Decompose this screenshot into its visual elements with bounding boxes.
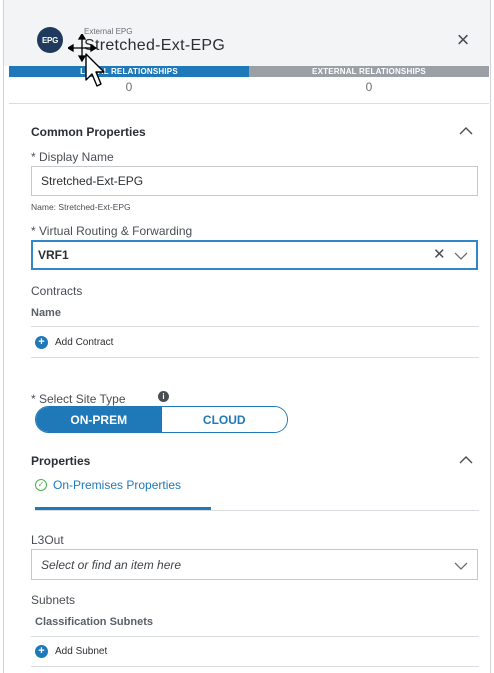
site-type-label: * Select Site Type (31, 392, 126, 406)
object-name-title: Stretched-Ext-EPG (84, 37, 226, 54)
panel-header: EPG External EPG Stretched-Ext-EPG × (4, 0, 490, 66)
display-name-label: * Display Name (31, 150, 114, 164)
vrf-label: * Virtual Routing & Forwarding (31, 224, 193, 238)
common-properties-title: Common Properties (31, 125, 146, 139)
properties-title: Properties (31, 454, 91, 468)
divider (31, 636, 479, 637)
site-type-cloud-button[interactable]: CLOUD (161, 407, 287, 432)
add-subnet-label: Add Subnet (55, 646, 108, 657)
l3out-label: L3Out (31, 533, 64, 547)
clear-icon[interactable]: ✕ (433, 245, 446, 263)
add-contract-label: Add Contract (55, 337, 114, 348)
site-type-on-prem-button[interactable]: ON-PREM (36, 407, 162, 432)
divider (31, 666, 479, 667)
subnets-label: Subnets (31, 593, 76, 607)
add-contract-button[interactable]: + Add Contract (35, 336, 113, 349)
l3out-placeholder: Select or find an item here (41, 557, 182, 572)
object-type-label: External EPG (84, 27, 133, 36)
contracts-name-column: Name (31, 307, 61, 319)
info-icon[interactable]: i (158, 391, 169, 402)
relationship-tabs: LOCAL RELATIONSHIPS EXTERNAL RELATIONSHI… (9, 66, 489, 77)
site-type-toggle: ON-PREM CLOUD (35, 406, 288, 433)
name-hint: Name: Stretched-Ext-EPG (31, 202, 131, 212)
external-relationships-count: 0 (365, 80, 373, 94)
on-premises-properties-label: On-Premises Properties (53, 478, 182, 492)
check-circle-icon: ✓ (35, 479, 47, 491)
classification-subnets-column: Classification Subnets (35, 616, 153, 628)
l3out-select[interactable]: Select or find an item here (31, 549, 478, 580)
divider (9, 103, 489, 104)
relationship-counts: 0 0 (9, 80, 489, 98)
vrf-select[interactable]: VRF1 (31, 240, 478, 270)
chevron-down-icon[interactable] (454, 252, 468, 260)
plus-icon: + (35, 645, 48, 658)
contracts-label: Contracts (31, 284, 83, 298)
epg-properties-panel: EPG External EPG Stretched-Ext-EPG × LOC… (3, 0, 491, 673)
tab-on-premises-properties[interactable]: ✓ On-Premises Properties (35, 478, 181, 492)
divider (35, 510, 479, 511)
epg-icon: EPG (37, 27, 63, 53)
divider (31, 357, 479, 358)
tab-local-relationships[interactable]: LOCAL RELATIONSHIPS (9, 66, 249, 77)
chevron-up-icon[interactable] (459, 455, 473, 465)
divider (31, 326, 479, 327)
chevron-down-icon[interactable] (454, 562, 468, 570)
vrf-value: VRF1 (38, 248, 69, 262)
add-subnet-button[interactable]: + Add Subnet (35, 645, 107, 658)
close-icon[interactable]: × (451, 28, 475, 52)
local-relationships-count: 0 (125, 80, 133, 94)
chevron-up-icon[interactable] (459, 126, 473, 136)
plus-icon: + (35, 336, 48, 349)
display-name-field[interactable]: Stretched-Ext-EPG (31, 166, 478, 196)
tab-external-relationships[interactable]: EXTERNAL RELATIONSHIPS (249, 66, 489, 77)
display-name-value: Stretched-Ext-EPG (41, 174, 144, 188)
